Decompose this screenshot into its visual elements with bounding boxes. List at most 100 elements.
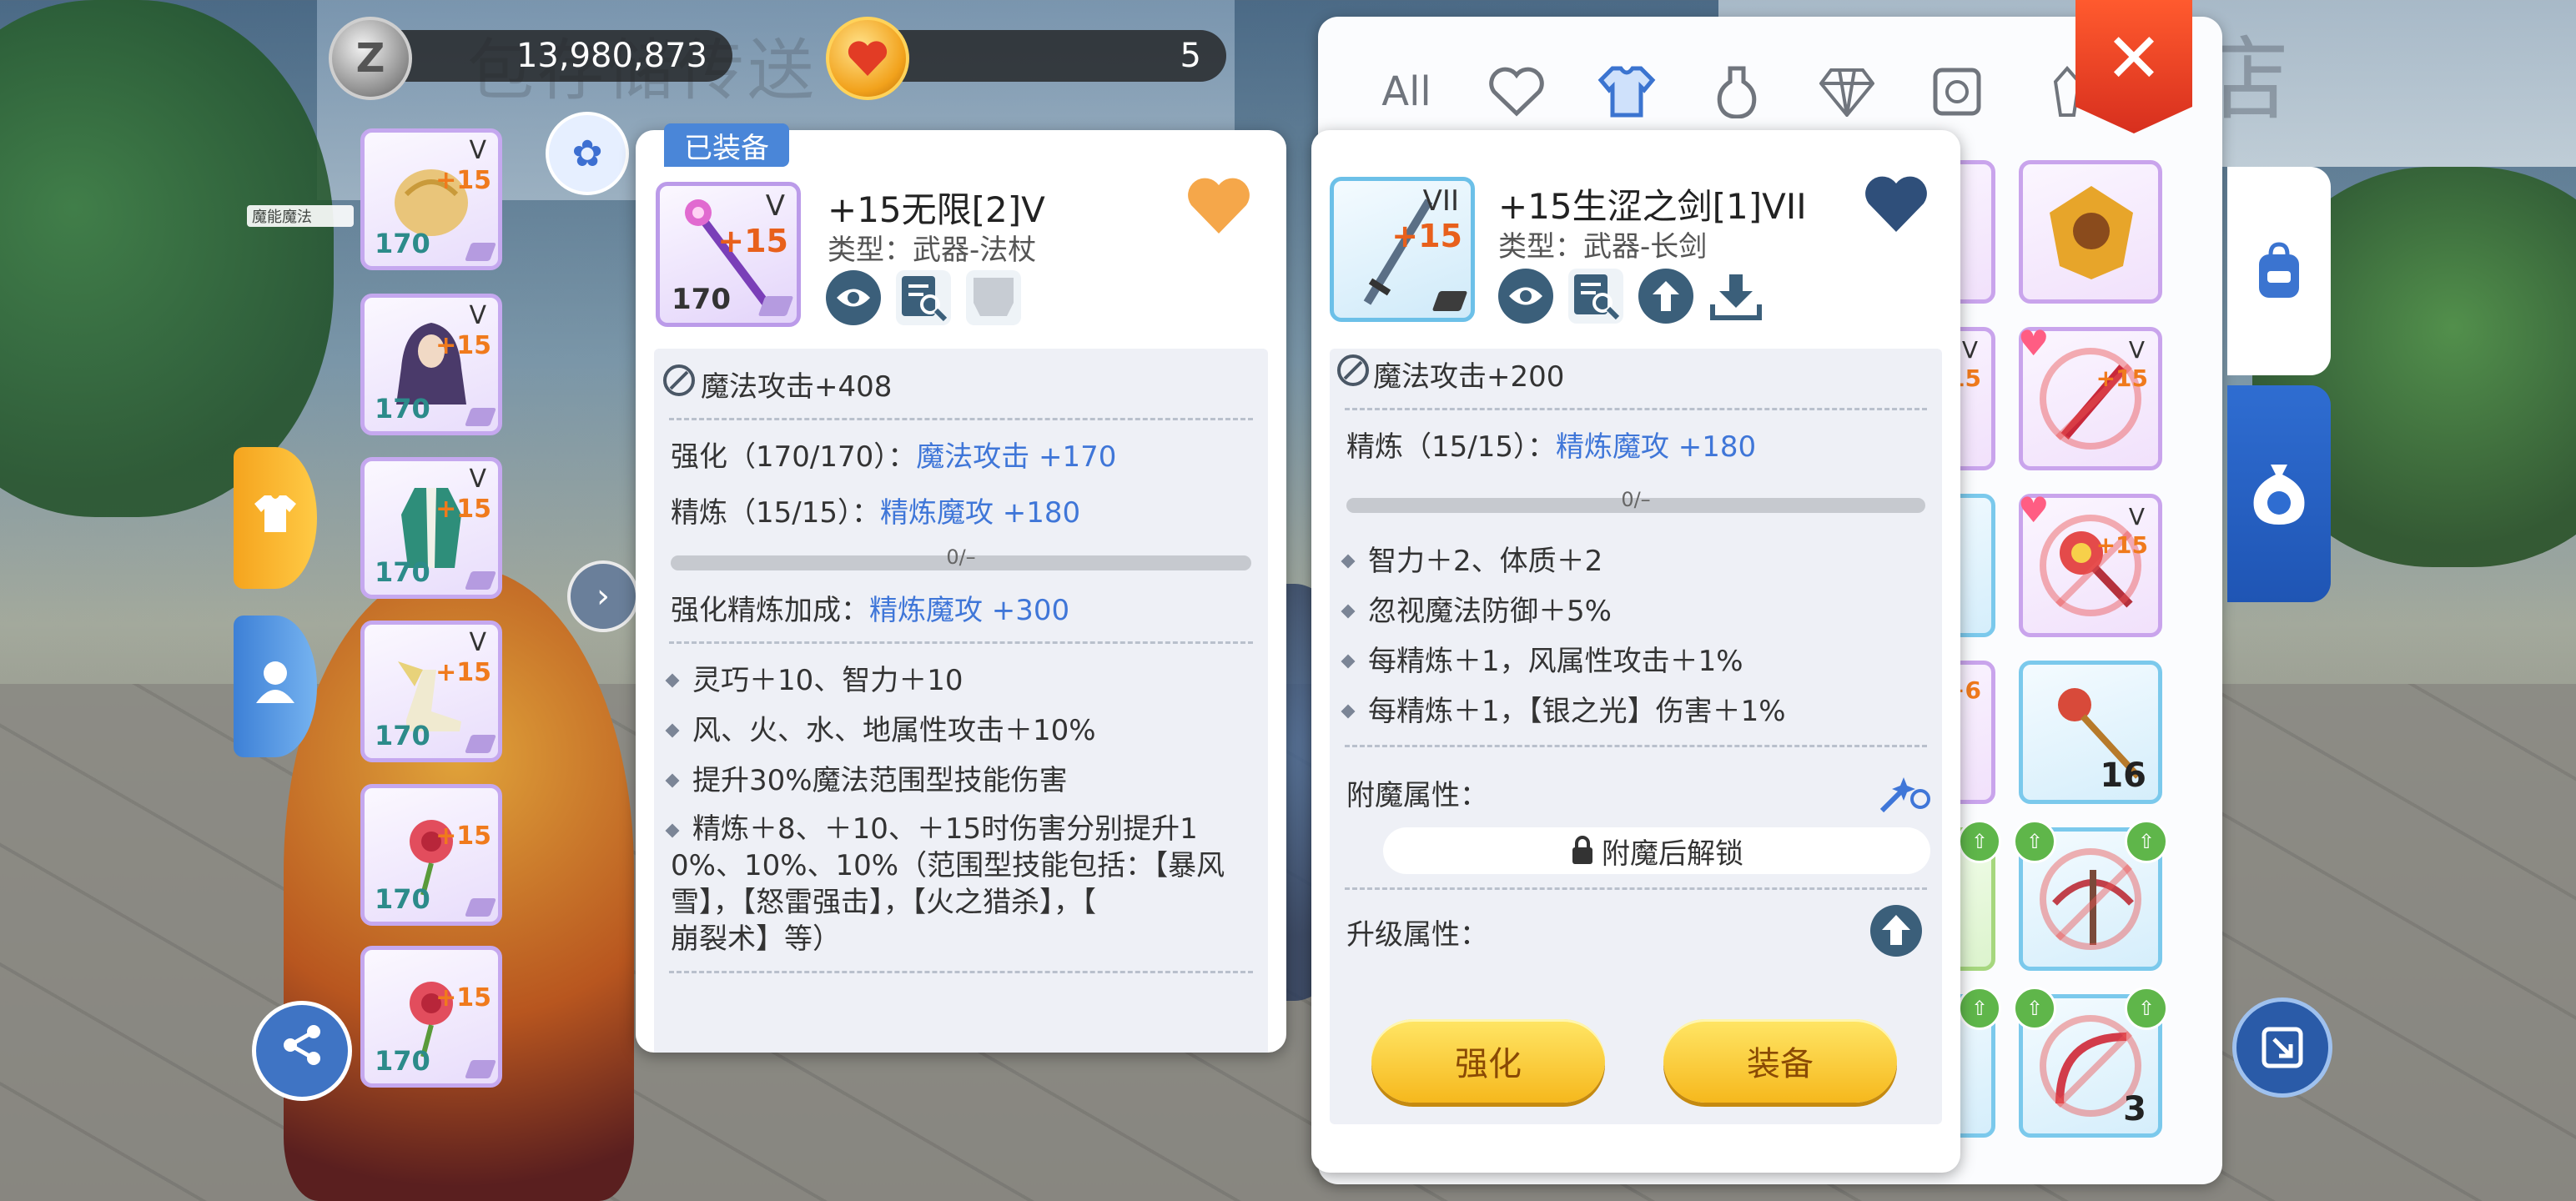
equip-button[interactable]: 装备 [1663, 1019, 1897, 1103]
favorite-heart-icon[interactable] [1864, 175, 1929, 235]
effect-line: 风、火、水、地属性攻击＋10% [654, 711, 1268, 751]
equip-slot-shoes[interactable]: V +15 170 [360, 621, 502, 762]
slot-level: 170 [375, 393, 430, 425]
detail-button[interactable] [1568, 269, 1623, 324]
slot-tier: V [469, 465, 486, 494]
refine-label: 精炼（15/15）： [1346, 430, 1556, 464]
divider [1345, 408, 1927, 410]
heart-icon [1489, 67, 1544, 117]
detail-button[interactable] [896, 270, 951, 325]
bonus-label: 强化精炼加成： [671, 594, 869, 627]
person-icon [253, 658, 298, 715]
equip-slot-accessory-1[interactable]: +15 170 [360, 784, 502, 926]
enhance-button[interactable]: 强化 [1371, 1019, 1605, 1103]
slot-corner [464, 898, 497, 917]
chevron-right-icon: › [596, 577, 610, 616]
slot-corner [464, 1060, 497, 1078]
tab-equipment[interactable] [1572, 42, 1682, 142]
store-button[interactable] [1708, 269, 1763, 324]
favorite-heart-icon[interactable] [1186, 177, 1251, 237]
upgrade-row: 升级属性： [1330, 903, 1942, 962]
slot-corner [464, 243, 497, 261]
effect-line: 每精炼＋1，风属性攻击＋1% [1330, 641, 1942, 681]
item-action-row [1498, 269, 1765, 327]
preview-button[interactable] [826, 270, 881, 325]
equip-slot-armor[interactable]: V +15 170 [360, 457, 502, 599]
minimize-button[interactable] [2232, 997, 2332, 1098]
lock-icon [1572, 836, 1592, 864]
bag-item-slot[interactable]: 16 [2019, 661, 2162, 804]
zeny-coin-icon: Z [329, 17, 412, 100]
enchant-wand-icon[interactable] [1870, 766, 1934, 819]
upgrade-arrow-icon: ⇧ [1958, 820, 2001, 863]
upgrade-button[interactable] [1638, 269, 1693, 324]
tray-icon [974, 278, 1014, 316]
item-type: 类型：武器-法杖 [828, 234, 1037, 267]
item-plus: +15 [717, 223, 788, 259]
tab-cards[interactable] [1902, 42, 2012, 142]
cell-plus: +15 [2096, 531, 2148, 559]
equip-slot-headgear[interactable]: V +15 170 [360, 128, 502, 270]
share-button[interactable] [252, 1001, 352, 1101]
item-title: +15生涩之剑[1]VII [1498, 186, 1807, 227]
cell-tier: V [2128, 503, 2145, 530]
slot-plus: +15 [435, 822, 491, 851]
compare-item-icon[interactable]: VII +15 [1330, 177, 1475, 322]
base-stat-value: 魔法攻击+408 [701, 370, 893, 404]
tab-favorites[interactable] [1462, 42, 1572, 142]
enchant-row: 附魔属性： [1330, 761, 1942, 819]
paw-icon: ✿ [571, 132, 603, 175]
compare-item-detail-panel: VII +15 +15生涩之剑[1]VII 类型：武器-长剑 魔法攻击+200 … [1311, 130, 1960, 1173]
cell-quantity: 16 [2100, 756, 2146, 795]
item-title: +15无限[2]V [828, 189, 1045, 230]
refine-value: 精炼魔攻 +180 [1555, 430, 1757, 464]
enchant-label: 附魔属性： [1346, 779, 1488, 812]
preview-button[interactable] [1498, 269, 1553, 324]
item-tier: VII [1422, 184, 1459, 218]
expand-slots-button[interactable]: › [567, 560, 639, 632]
zeny-amount: 13,980,873 [516, 37, 707, 75]
equip-slot-cloak[interactable]: V +15 170 [360, 294, 502, 435]
enhance-value: 魔法攻击 +170 [916, 440, 1117, 474]
background-tree-left [0, 0, 334, 517]
refine-line: 精炼（15/15）：精炼魔攻 +180 [1330, 424, 1942, 465]
unload-button[interactable] [966, 270, 1021, 325]
bag-item-slot[interactable]: ♥ V +15 [2018, 323, 2162, 470]
bag-item-slot[interactable]: ⇧ ⇧ [2013, 820, 2168, 971]
equipped-item-icon[interactable]: V +15 170 [656, 182, 801, 327]
side-tab-backpack[interactable] [2227, 167, 2331, 375]
base-stat-value: 魔法攻击+200 [1373, 360, 1565, 394]
share-icon [279, 1022, 325, 1080]
slot-corner [464, 571, 497, 590]
enhance-button-label: 强化 [1455, 1045, 1522, 1083]
effect-line: 智力＋2、体质＋2 [1330, 541, 1942, 581]
pet-button[interactable]: ✿ [546, 112, 629, 195]
tab-consumables[interactable] [1682, 42, 1792, 142]
progress-label: 0/– [1621, 488, 1651, 511]
bag-item-slot[interactable]: ♥ V +15 [2018, 490, 2162, 637]
close-button[interactable]: ✕ [2075, 0, 2192, 133]
tab-materials[interactable] [1792, 42, 1902, 142]
side-tab-money[interactable] [2227, 385, 2331, 602]
friend-button[interactable] [234, 616, 317, 757]
slot-plus: +15 [435, 166, 491, 195]
upgrade-icon[interactable] [1869, 903, 1924, 958]
effect-line: 忽视魔法防御＋5% [1330, 591, 1942, 631]
refine-progress-bar: 0/– [1346, 488, 1925, 513]
bag-item-slot[interactable] [2019, 160, 2162, 304]
tab-all[interactable]: All [1351, 42, 1462, 142]
divider [1345, 745, 1927, 747]
bag-item-slot[interactable]: ⇧ ⇧ 3 [2013, 987, 2168, 1138]
cell-tier: V [2128, 336, 2145, 364]
gem-icon [1819, 68, 1874, 117]
cell-plus: +15 [2096, 364, 2148, 392]
heart-coin-amount: 5 [1180, 37, 1201, 75]
equip-slot-accessory-2[interactable]: +15 170 [360, 946, 502, 1088]
effect-line: 灵巧＋10、智力＋10 [654, 661, 1268, 701]
slot-plus: +15 [435, 331, 491, 360]
magic-attack-icon [663, 364, 695, 396]
npc-name-chip: 魔能魔法 [247, 205, 354, 227]
wardrobe-button[interactable] [234, 447, 317, 589]
bag-category-tabs: All [1351, 42, 2122, 142]
effect-line-cont: 崩裂术】等） [671, 922, 841, 956]
